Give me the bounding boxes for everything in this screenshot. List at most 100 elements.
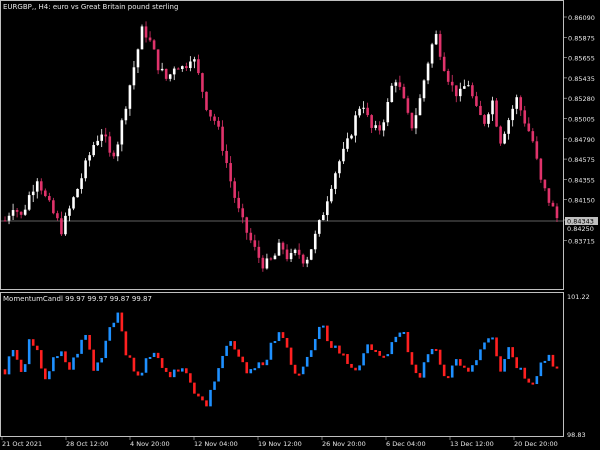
- candle-body: [48, 196, 51, 201]
- momentum-bar: [479, 349, 482, 361]
- momentum-bar: [44, 368, 47, 380]
- candle-body: [136, 49, 140, 68]
- momentum-bar: [418, 373, 422, 378]
- candle-body: [418, 98, 422, 116]
- momentum-bar: [503, 359, 506, 372]
- momentum-bar: [531, 382, 535, 385]
- momentum-bar: [261, 362, 265, 366]
- momentum-bar: [253, 368, 257, 371]
- indicator-axis-bottom: 98.83: [567, 431, 586, 439]
- candle-body: [233, 181, 236, 198]
- candle-body: [27, 195, 31, 210]
- chart-canvas[interactable]: EURGBP,, H4: euro vs Great Britain pound…: [0, 0, 600, 450]
- candle-body: [305, 259, 309, 264]
- candle-body: [471, 85, 474, 97]
- candle-body: [487, 114, 490, 124]
- candle-body: [11, 210, 15, 216]
- candle-body: [104, 134, 108, 137]
- time-tick-label: 12 Nov 04:00: [194, 440, 238, 448]
- momentum-bar: [156, 352, 160, 359]
- momentum-bar: [527, 378, 531, 383]
- indicator-axis-top: 101.22: [567, 293, 590, 301]
- candle-body: [148, 37, 152, 41]
- momentum-bar: [543, 360, 547, 363]
- momentum-bar: [458, 359, 462, 366]
- candle-body: [201, 73, 204, 92]
- momentum-bar: [434, 348, 438, 351]
- momentum-bar: [309, 350, 313, 357]
- candle-body: [289, 253, 293, 260]
- momentum-bar: [152, 352, 156, 357]
- momentum-bar: [116, 312, 120, 323]
- momentum-bar: [120, 312, 124, 332]
- candle-body: [354, 115, 357, 136]
- candle-body: [237, 197, 240, 209]
- momentum-bar: [229, 341, 232, 346]
- candle-body: [313, 233, 317, 250]
- candle-body: [531, 131, 535, 142]
- candle-body: [370, 115, 373, 128]
- candle-body: [398, 82, 402, 87]
- candle-body: [253, 240, 257, 247]
- momentum-bar: [23, 364, 27, 372]
- candle-body: [434, 34, 438, 45]
- momentum-bar: [68, 362, 71, 370]
- candle-body: [301, 254, 305, 264]
- momentum-bar: [406, 331, 410, 353]
- candle-body: [426, 63, 430, 81]
- time-tick-label: 6 Dec 04:00: [386, 440, 426, 448]
- candle-body: [76, 188, 79, 198]
- time-tick-label: 13 Dec 12:00: [450, 440, 494, 448]
- candle-body: [390, 85, 394, 103]
- candle-body: [189, 61, 192, 69]
- momentum-bar: [297, 373, 301, 376]
- candle-body: [185, 66, 188, 69]
- momentum-bar: [35, 345, 39, 351]
- price-tick-label: 0.84355: [568, 176, 595, 184]
- candle-body: [543, 179, 547, 189]
- momentum-bar: [374, 349, 377, 352]
- momentum-bar: [515, 357, 518, 369]
- candle-body: [108, 136, 112, 153]
- candle-body: [277, 242, 281, 256]
- candle-body: [39, 181, 43, 191]
- candle-body: [346, 138, 349, 149]
- candle-body: [197, 59, 200, 74]
- momentum-bar: [209, 389, 212, 407]
- momentum-bar: [205, 400, 208, 407]
- momentum-bar: [164, 367, 168, 372]
- momentum-bar: [27, 339, 31, 365]
- momentum-bar: [330, 341, 333, 348]
- candle-body: [132, 67, 136, 86]
- price-tick-label: 0.83715: [568, 237, 595, 245]
- momentum-bar: [301, 366, 305, 375]
- momentum-bar: [176, 369, 180, 372]
- candle-body: [221, 126, 224, 151]
- candle-body: [88, 155, 91, 161]
- momentum-bar: [289, 347, 293, 365]
- candle-body: [430, 44, 434, 64]
- candle-body: [438, 34, 442, 57]
- momentum-bar: [358, 365, 361, 371]
- candle-body: [96, 140, 99, 146]
- momentum-bar: [386, 354, 390, 357]
- candle-body: [535, 141, 539, 159]
- momentum-bar: [144, 358, 148, 373]
- momentum-bar: [346, 354, 349, 364]
- indicator-title: MomentumCandl 99.97 99.97 99.87 99.87: [3, 295, 152, 303]
- momentum-bar: [281, 332, 285, 338]
- candle-body: [527, 123, 531, 132]
- candle-body: [180, 66, 184, 69]
- momentum-bar: [410, 352, 414, 365]
- candle-body: [406, 98, 410, 113]
- candle-body: [386, 102, 390, 123]
- momentum-bar: [265, 359, 269, 366]
- candle-body: [338, 161, 341, 174]
- momentum-bar: [511, 347, 514, 358]
- candle-body: [249, 232, 253, 241]
- candle-body: [140, 26, 144, 50]
- momentum-bar: [60, 351, 63, 357]
- momentum-bar: [467, 367, 470, 372]
- candle-body: [378, 125, 382, 131]
- candle-body: [463, 86, 466, 89]
